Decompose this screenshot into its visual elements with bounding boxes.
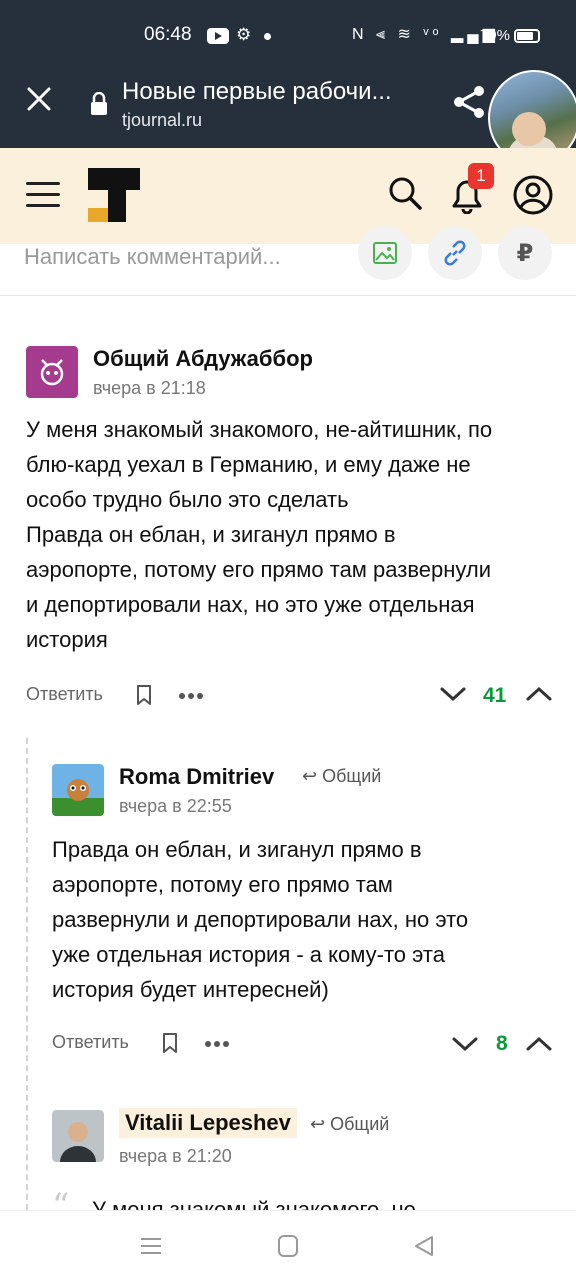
- comment-author[interactable]: Roma Dmitriev: [119, 764, 274, 790]
- downvote-icon[interactable]: [440, 686, 466, 702]
- attach-image-button[interactable]: [358, 226, 412, 280]
- comment-line: история: [26, 627, 108, 652]
- search-icon[interactable]: [388, 176, 422, 210]
- comment-text: Правда он еблан, и зиганул прямо в аэроп…: [52, 832, 556, 1007]
- youtube-icon: [207, 28, 229, 44]
- author-avatar[interactable]: [26, 346, 78, 398]
- menu-icon[interactable]: [26, 182, 60, 208]
- lock-icon: [91, 92, 107, 115]
- comment-line: блю-кард уехал в Германию, и ему даже не: [26, 452, 471, 477]
- more-icon[interactable]: [204, 1040, 230, 1048]
- battery-icon: [514, 29, 540, 43]
- reply-to-name: Общий: [330, 1114, 390, 1134]
- reply-arrow-icon: ↩: [310, 1114, 326, 1134]
- quote-preview: У меня знакомый знакомого, не-: [92, 1197, 424, 1210]
- vote-count: 41: [483, 684, 507, 707]
- comment-line: история будет интересней): [52, 977, 329, 1002]
- author-avatar[interactable]: [52, 764, 104, 816]
- downvote-icon[interactable]: [452, 1036, 478, 1052]
- reply-to-link[interactable]: ↩ Общий: [302, 766, 381, 787]
- donate-ruble-button[interactable]: ₽: [498, 226, 552, 280]
- more-notifications-dot: [264, 33, 271, 40]
- upvote-icon[interactable]: [526, 1036, 552, 1052]
- comment-line: развернули и депортировали нах, но это: [52, 907, 469, 932]
- home-icon[interactable]: [278, 1235, 298, 1257]
- comment-composer[interactable]: Написать комментарий... ₽: [0, 226, 576, 296]
- comment-line: У меня знакомый знакомого, не-айтишник, …: [26, 417, 493, 442]
- upvote-icon[interactable]: [526, 686, 552, 702]
- more-icon[interactable]: [178, 692, 204, 700]
- share-icon[interactable]: [452, 84, 486, 120]
- comment-line: и депортировали нах, но это уже отдельна…: [26, 592, 475, 617]
- comment-text: У меня знакомый знакомого, не-айтишник, …: [26, 412, 556, 657]
- comment-time[interactable]: вчера в 21:20: [119, 1146, 232, 1167]
- link-icon: [444, 240, 466, 266]
- site-header: 1: [0, 148, 576, 244]
- system-status-icons: N ⫷ ≋ ᵛᵒ ▂▄▆: [352, 26, 499, 43]
- comment: Общий Абдужаббор вчера в 21:18 У меня зн…: [0, 296, 576, 736]
- vote-count: 8: [496, 1032, 508, 1055]
- comment-author[interactable]: Общий Абдужаббор: [93, 346, 313, 372]
- notification-badge: 1: [468, 163, 494, 189]
- reply-to-name: Общий: [322, 766, 382, 786]
- comment-time[interactable]: вчера в 21:18: [93, 378, 206, 399]
- page-url: tjournal.ru: [122, 110, 203, 130]
- system-nav-bar: [0, 1210, 576, 1280]
- notification-icon: ⚙: [236, 25, 252, 44]
- author-avatar[interactable]: [52, 1110, 104, 1162]
- comment-input-placeholder[interactable]: Написать комментарий...: [24, 244, 281, 270]
- ruble-icon: ₽: [516, 239, 534, 267]
- comment-author[interactable]: Vitalii Lepeshev: [119, 1108, 297, 1138]
- comment-line: Правда он еблан, и зиганул прямо в: [52, 837, 422, 862]
- comment-line: аэропорте, потому его прямо там разверну…: [26, 557, 492, 582]
- reply-button[interactable]: Ответить: [26, 684, 103, 705]
- image-icon: [373, 242, 397, 264]
- status-bar: 06:48 ⚙ N ⫷ ≋ ᵛᵒ ▂▄▆ 79%: [0, 0, 576, 64]
- comment-reply: Roma Dmitriev ↩ Общий вчера в 22:55 Прав…: [0, 738, 576, 1078]
- comment-line: уже отдельная история - а кому-то эта: [52, 942, 445, 967]
- reply-to-link[interactable]: ↩ Общий: [310, 1114, 389, 1135]
- battery-percent: 79%: [480, 27, 511, 44]
- page-title: Новые первые рабочи...: [122, 78, 392, 105]
- comment-reply: Vitalii Lepeshev ↩ Общий вчера в 21:20 “…: [0, 1100, 576, 1210]
- quote-icon: “: [52, 1186, 70, 1210]
- clock: 06:48: [144, 24, 192, 45]
- profile-icon[interactable]: [512, 174, 554, 216]
- tj-logo[interactable]: [88, 168, 140, 222]
- comment-time[interactable]: вчера в 22:55: [119, 796, 232, 817]
- close-icon[interactable]: [24, 84, 54, 114]
- attach-link-button[interactable]: [428, 226, 482, 280]
- bookmark-icon[interactable]: [162, 1032, 178, 1054]
- comment-line: Правда он еблан, и зиганул прямо в: [26, 522, 396, 547]
- recents-icon[interactable]: [140, 1237, 162, 1255]
- back-icon[interactable]: [414, 1235, 434, 1257]
- bookmark-icon[interactable]: [136, 684, 152, 706]
- reply-arrow-icon: ↩: [302, 766, 318, 786]
- comment-line: особо трудно было это сделать: [26, 487, 349, 512]
- reply-button[interactable]: Ответить: [52, 1032, 129, 1053]
- comment-line: аэропорте, потому его прямо там: [52, 872, 393, 897]
